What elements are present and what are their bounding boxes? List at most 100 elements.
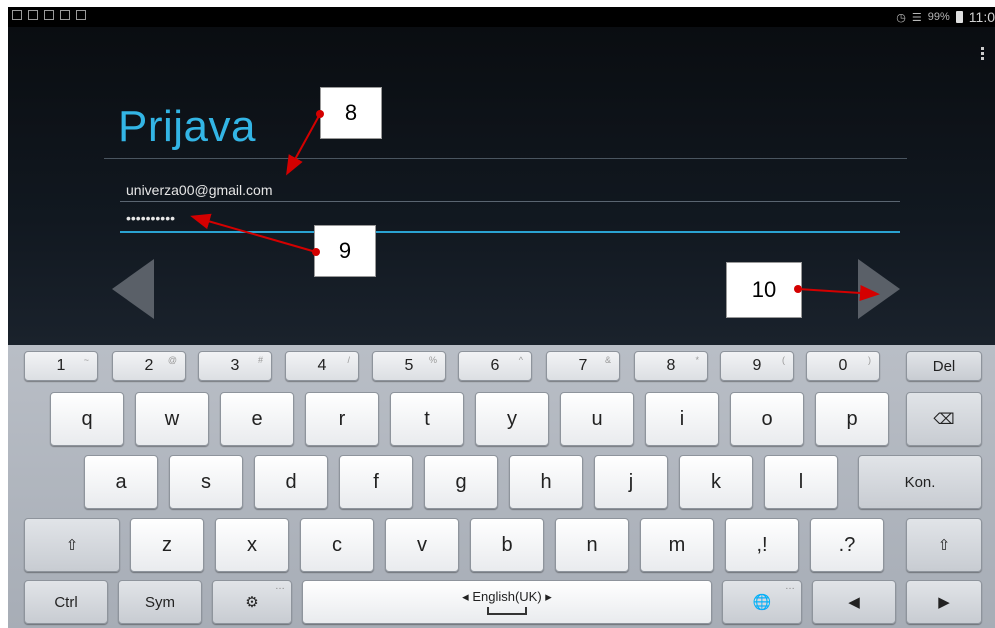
key-5[interactable]: 5% bbox=[372, 351, 446, 381]
key-b-label: b bbox=[501, 533, 513, 556]
key-2[interactable]: 2 @ bbox=[112, 351, 186, 381]
key-h-label: h bbox=[540, 470, 552, 493]
key-x[interactable]: x bbox=[215, 518, 289, 572]
key-1[interactable]: 1 ~ bbox=[24, 351, 98, 381]
key-i[interactable]: i bbox=[645, 392, 719, 446]
image-icon bbox=[28, 10, 38, 20]
sym-key[interactable]: Sym bbox=[118, 580, 202, 624]
notification-icons bbox=[12, 10, 86, 20]
key-u[interactable]: u bbox=[560, 392, 634, 446]
key-9[interactable]: 9( bbox=[720, 351, 794, 381]
key-3[interactable]: 3 # bbox=[198, 351, 272, 381]
enter-key-label: Kon. bbox=[904, 473, 936, 491]
usb-icon bbox=[12, 10, 22, 20]
key-8[interactable]: 8 * bbox=[634, 351, 708, 381]
cursor-right-key[interactable]: ▶ bbox=[906, 580, 982, 624]
key-0-label: 0 bbox=[838, 357, 848, 374]
password-field[interactable]: •••••••••• bbox=[120, 210, 900, 233]
key-7-alt-label: & bbox=[604, 355, 611, 365]
key-o-label: o bbox=[761, 407, 773, 430]
cursor-left-key[interactable]: ◀ bbox=[812, 580, 896, 624]
key-4[interactable]: 4/ bbox=[285, 351, 359, 381]
key-s-label: s bbox=[201, 470, 211, 493]
key-e[interactable]: e bbox=[220, 392, 294, 446]
key-a-label: a bbox=[115, 470, 127, 493]
key-f[interactable]: f bbox=[339, 455, 413, 509]
key-v-label: v bbox=[417, 533, 427, 556]
key-9-label: 9 bbox=[752, 357, 762, 374]
email-value: univerza00@gmail.com bbox=[126, 182, 273, 198]
key-j[interactable]: j bbox=[594, 455, 668, 509]
shift-key-right[interactable]: ⇧ bbox=[906, 518, 982, 572]
key-z[interactable]: z bbox=[130, 518, 204, 572]
key-w[interactable]: w bbox=[135, 392, 209, 446]
key-6[interactable]: 6 ^ bbox=[458, 351, 532, 381]
key-6-alt-label: ^ bbox=[518, 355, 523, 365]
key-a[interactable]: a bbox=[84, 455, 158, 509]
key-d[interactable]: d bbox=[254, 455, 328, 509]
email-field[interactable]: univerza00@gmail.com bbox=[120, 180, 900, 202]
key-y[interactable]: y bbox=[475, 392, 549, 446]
key-p[interactable]: p bbox=[815, 392, 889, 446]
keyboard-icon bbox=[60, 10, 70, 20]
overflow-menu-icon[interactable] bbox=[979, 45, 985, 62]
key-v[interactable]: v bbox=[385, 518, 459, 572]
clock: 11:0 bbox=[968, 9, 995, 25]
shift-key-left[interactable]: ⇧ bbox=[24, 518, 120, 572]
key-k[interactable]: k bbox=[679, 455, 753, 509]
key-q[interactable]: q bbox=[50, 392, 124, 446]
wifi-icon: ☰ bbox=[911, 11, 922, 24]
battery-percent: 99% bbox=[927, 11, 950, 23]
arrow-right-icon[interactable] bbox=[858, 259, 900, 319]
sync-icon bbox=[76, 10, 86, 20]
key-b[interactable]: b bbox=[470, 518, 544, 572]
key-g[interactable]: g bbox=[424, 455, 498, 509]
key-h[interactable]: h bbox=[509, 455, 583, 509]
language-key[interactable]: 🌐… bbox=[722, 580, 802, 624]
key-t[interactable]: t bbox=[390, 392, 464, 446]
key-g-label: g bbox=[455, 470, 467, 493]
key-k-label: k bbox=[711, 470, 721, 493]
title-divider bbox=[104, 158, 907, 159]
key-l[interactable]: l bbox=[764, 455, 838, 509]
key-5-label: 5 bbox=[404, 357, 414, 374]
settings-key[interactable]: ⚙… bbox=[212, 580, 292, 624]
backspace-key[interactable]: ⌫ bbox=[906, 392, 982, 446]
key-0-alt-label: ) bbox=[868, 355, 871, 365]
enter-key[interactable]: Kon. bbox=[858, 455, 982, 509]
arrow-left-icon[interactable] bbox=[112, 259, 154, 319]
key-0[interactable]: 0) bbox=[806, 351, 880, 381]
gear-icon: ⚙ bbox=[245, 594, 259, 611]
key-n[interactable]: n bbox=[555, 518, 629, 572]
key-7-label: 7 bbox=[578, 357, 588, 374]
screenshot-icon bbox=[44, 10, 54, 20]
key-1-label: 1 bbox=[56, 357, 66, 374]
key-4-alt-label: / bbox=[347, 355, 350, 365]
key-q-label: q bbox=[81, 407, 93, 430]
backspace-icon: ⌫ bbox=[933, 411, 955, 428]
ctrl-key[interactable]: Ctrl bbox=[24, 580, 108, 624]
key-n-label: n bbox=[586, 533, 598, 556]
key-r[interactable]: r bbox=[305, 392, 379, 446]
key-7[interactable]: 7 & bbox=[546, 351, 620, 381]
space-bar-icon bbox=[487, 607, 527, 615]
page-title: Prijava bbox=[118, 102, 256, 151]
key-u-label: u bbox=[591, 407, 603, 430]
ctrl-key-label: Ctrl bbox=[54, 593, 78, 611]
key-l-label: l bbox=[798, 470, 804, 493]
key-m[interactable]: m bbox=[640, 518, 714, 572]
key-w-label: w bbox=[164, 407, 180, 430]
annotation-callout-9: 9 bbox=[314, 225, 376, 277]
annotation-callout-10: 10 bbox=[726, 262, 802, 318]
key-5-alt-label: % bbox=[428, 355, 437, 365]
space-key[interactable]: ◂ English(UK) ▸ bbox=[302, 580, 712, 624]
key-o[interactable]: o bbox=[730, 392, 804, 446]
key-c[interactable]: c bbox=[300, 518, 374, 572]
comma-key[interactable]: ,! bbox=[725, 518, 799, 572]
alarm-icon: ◷ bbox=[896, 11, 906, 24]
key-i-label: i bbox=[679, 407, 685, 430]
key-s[interactable]: s bbox=[169, 455, 243, 509]
period-key[interactable]: .? bbox=[810, 518, 884, 572]
key-x-label: x bbox=[247, 533, 257, 556]
del-key[interactable]: Del bbox=[906, 351, 982, 381]
